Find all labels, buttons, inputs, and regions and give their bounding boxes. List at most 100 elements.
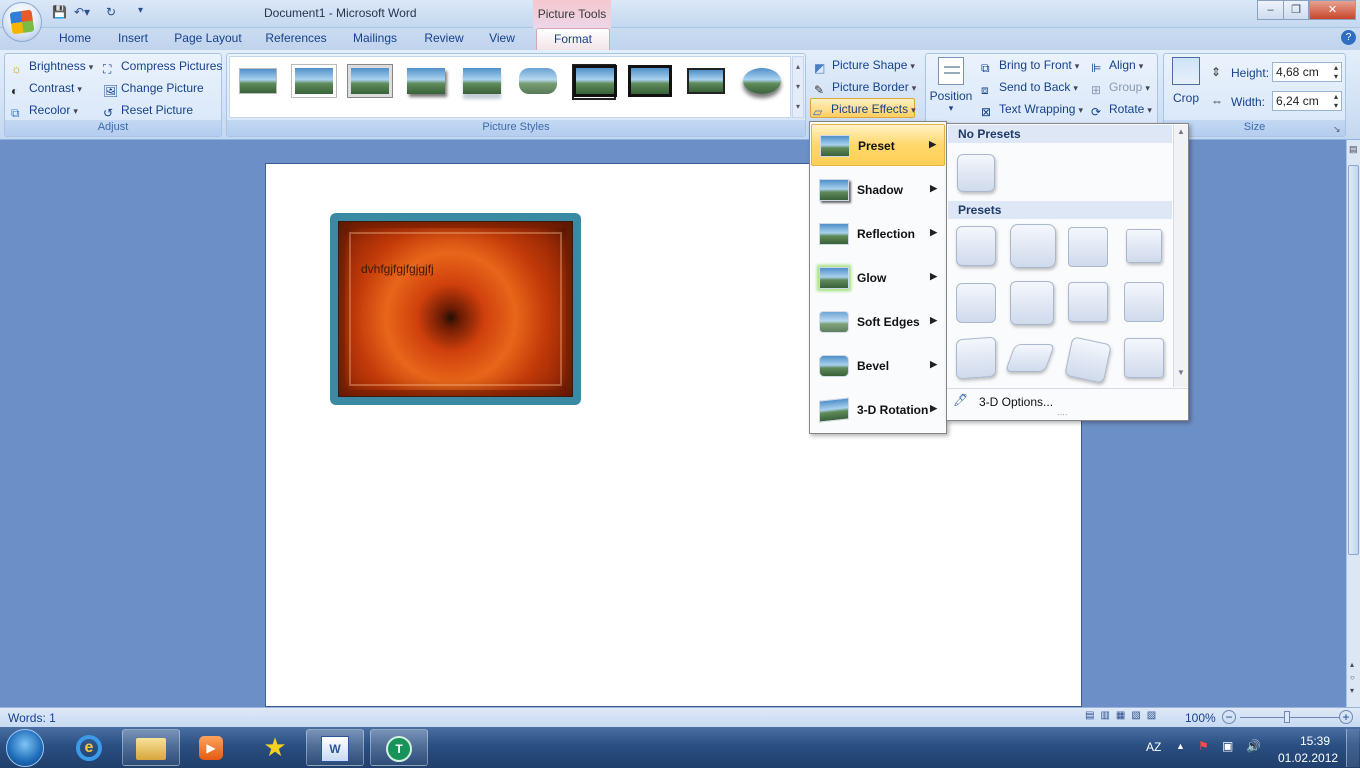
scroll-thumb[interactable] — [1348, 165, 1359, 555]
network-icon[interactable]: ▣ — [1222, 739, 1233, 753]
style-reflected[interactable] — [460, 64, 504, 100]
star-app-taskbar-icon[interactable]: ★ — [246, 729, 304, 766]
position-button[interactable]: Position ▾ — [929, 55, 973, 117]
help-icon[interactable]: ? — [1341, 30, 1356, 45]
word-taskbar-icon[interactable]: W — [306, 729, 364, 766]
crop-button[interactable]: Crop — [1167, 55, 1205, 111]
group-button[interactable]: ⊞ Group — [1089, 77, 1150, 97]
gallery-scroll[interactable]: ▴ ▾ ▾ — [792, 56, 804, 118]
align-button[interactable]: ⊫ Align — [1089, 55, 1143, 75]
preset-9[interactable] — [956, 336, 996, 380]
action-center-icon[interactable]: ⚑ — [1198, 739, 1209, 753]
zoom-thumb[interactable] — [1284, 711, 1290, 723]
selected-picture[interactable]: dvhfgjfgjfgjgjfj — [330, 213, 581, 405]
size-dialog-launcher[interactable]: ↘ — [1333, 124, 1341, 135]
reset-picture-button[interactable]: ↺ Reset Picture — [101, 100, 193, 120]
tab-format[interactable]: Format — [536, 28, 610, 50]
word-count[interactable]: Words: 1 — [8, 711, 56, 725]
undo-icon[interactable]: ↶▾ — [74, 5, 90, 23]
text-wrapping-button[interactable]: ⊠ Text Wrapping — [979, 99, 1083, 119]
maximize-button[interactable]: ❐ — [1283, 0, 1309, 20]
resize-grip-icon[interactable]: ···· — [1057, 410, 1068, 419]
zoom-in-icon[interactable]: + — [1339, 710, 1353, 724]
menu-item-bevel[interactable]: Bevel ▶ — [811, 345, 945, 387]
preset-1[interactable] — [956, 226, 996, 266]
save-icon[interactable]: 💾 — [52, 5, 67, 23]
menu-item-shadow[interactable]: Shadow ▶ — [811, 169, 945, 211]
style-black-frame[interactable] — [628, 64, 672, 100]
app-taskbar-icon[interactable]: T — [370, 729, 428, 766]
menu-item-3d-rotation[interactable]: 3-D Rotation ▶ — [811, 389, 945, 431]
3d-options-item[interactable]: 3-D Options... — [979, 395, 1053, 409]
browse-controls[interactable]: ▴ ○ ▾ — [1350, 658, 1355, 697]
tab-page-layout[interactable]: Page Layout — [170, 28, 246, 50]
office-button[interactable] — [2, 2, 42, 42]
preset-4[interactable] — [1126, 229, 1162, 263]
redo-icon[interactable]: ↻ — [106, 5, 116, 23]
style-thin-black[interactable] — [684, 64, 728, 100]
submenu-scrollbar[interactable]: ▲ ▼ — [1173, 125, 1188, 387]
explorer-taskbar-icon[interactable] — [122, 729, 180, 766]
picture-effects-button[interactable]: ▱ Picture Effects — [810, 98, 915, 119]
zoom-level[interactable]: 100% — [1185, 711, 1216, 725]
clock-time[interactable]: 15:39 — [1292, 734, 1338, 748]
width-field[interactable]: 6,24 cm ▴ ▾ — [1272, 91, 1342, 111]
preset-2[interactable] — [1010, 224, 1056, 268]
close-button[interactable]: ✕ — [1309, 0, 1356, 20]
style-soft-edge[interactable] — [292, 64, 336, 100]
preset-12[interactable] — [1124, 338, 1164, 378]
menu-item-soft-edges[interactable]: Soft Edges ▶ — [811, 301, 945, 343]
style-soft-edge-oval[interactable] — [516, 64, 560, 100]
preset-10[interactable] — [1004, 344, 1056, 372]
vertical-scrollbar[interactable]: ▤ ▴ ○ ▾ — [1346, 140, 1360, 707]
contrast-button[interactable]: ◐ Contrast — [9, 78, 82, 98]
no-preset-option[interactable] — [957, 154, 995, 192]
height-field[interactable]: 4,68 cm ▴ ▾ — [1272, 62, 1342, 82]
bring-to-front-button[interactable]: ⧉ Bring to Front — [979, 55, 1079, 75]
picture-border-button[interactable]: ✎ Picture Border — [812, 77, 916, 97]
zoom-slider[interactable] — [1240, 717, 1340, 718]
preset-3[interactable] — [1068, 227, 1108, 267]
preset-6[interactable] — [1010, 281, 1054, 325]
style-thick-black[interactable] — [572, 64, 616, 100]
menu-item-glow[interactable]: Glow ▶ — [811, 257, 945, 299]
tab-view[interactable]: View — [482, 28, 522, 50]
picture-shape-button[interactable]: ◩ Picture Shape — [812, 55, 915, 75]
tab-insert[interactable]: Insert — [108, 28, 158, 50]
recolor-button[interactable]: ⧉ Recolor — [9, 100, 78, 120]
preset-8[interactable] — [1124, 282, 1164, 322]
show-desktop-button[interactable] — [1346, 729, 1359, 767]
minimize-button[interactable]: – — [1257, 0, 1284, 20]
tab-home[interactable]: Home — [50, 28, 100, 50]
send-to-back-button[interactable]: ⧈ Send to Back — [979, 77, 1078, 97]
zoom-out-icon[interactable]: − — [1222, 710, 1236, 724]
style-simple-frame-white[interactable] — [236, 64, 280, 100]
preset-11[interactable] — [1064, 336, 1112, 384]
style-drop-shadow[interactable] — [404, 64, 448, 100]
width-spinner[interactable]: ▴ ▾ — [1334, 92, 1338, 110]
show-hidden-icons[interactable]: ▲ — [1176, 741, 1185, 751]
tab-mailings[interactable]: Mailings — [344, 28, 406, 50]
ie-taskbar-icon[interactable]: e — [60, 729, 118, 766]
start-button[interactable] — [6, 729, 44, 767]
menu-item-preset[interactable]: Preset ▶ — [811, 124, 945, 166]
preset-5[interactable] — [956, 283, 996, 323]
volume-icon[interactable]: 🔊 — [1246, 739, 1261, 753]
media-player-taskbar-icon[interactable]: ▶ — [182, 729, 240, 766]
style-double-frame[interactable] — [348, 64, 392, 100]
style-oval[interactable] — [740, 64, 784, 100]
rotate-button[interactable]: ⟳ Rotate — [1089, 99, 1152, 119]
preset-7[interactable] — [1068, 282, 1108, 322]
ruler-toggle-icon[interactable]: ▤ — [1349, 144, 1358, 155]
height-spinner[interactable]: ▴ ▾ — [1334, 63, 1338, 81]
change-picture-button[interactable]: 🖼 Change Picture — [101, 78, 204, 98]
customize-qat-icon[interactable]: ▾ — [138, 5, 143, 23]
clock-date[interactable]: 01.02.2012 — [1278, 751, 1338, 765]
tab-references[interactable]: References — [258, 28, 334, 50]
tab-review[interactable]: Review — [416, 28, 472, 50]
view-buttons[interactable]: ▤▥▦▧▨ — [1085, 710, 1177, 725]
menu-item-reflection[interactable]: Reflection ▶ — [811, 213, 945, 255]
compress-pictures-button[interactable]: ⛶ Compress Pictures — [101, 56, 222, 76]
language-indicator[interactable]: AZ — [1146, 740, 1161, 754]
brightness-button[interactable]: ☼ Brightness — [9, 56, 93, 76]
